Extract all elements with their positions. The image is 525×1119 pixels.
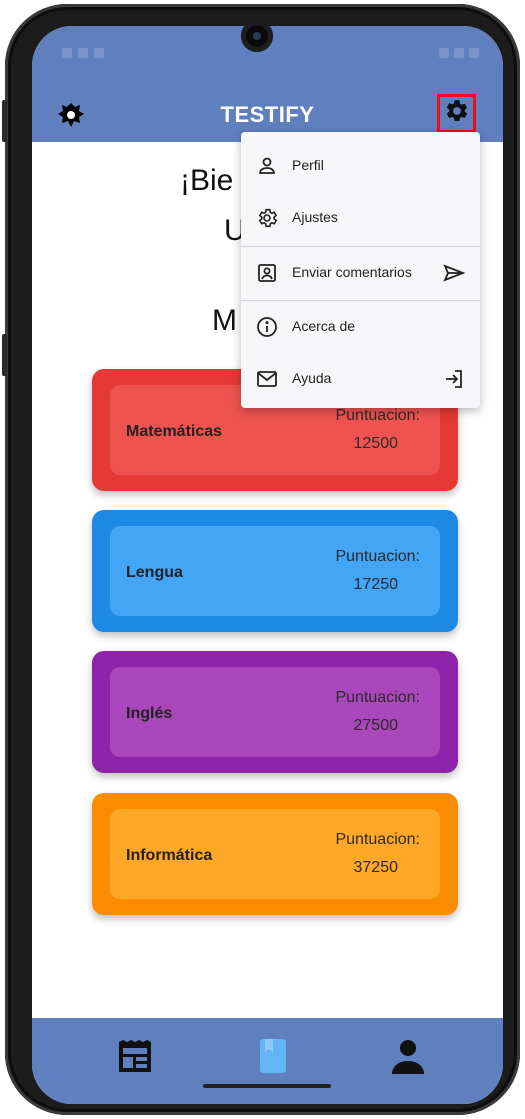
menu-item-acerca-de[interactable]: Acerca de [241,301,480,353]
subject-card-informatica[interactable]: Informática Puntuacion: 37250 [92,793,458,915]
bottom-nav [32,1018,503,1104]
subject-name: Matemáticas [126,423,223,440]
subject-card-lengua[interactable]: Lengua Puntuacion: 17250 [92,510,458,632]
score-value: 12500 [353,435,399,452]
login-icon [442,367,466,391]
person-icon [255,154,279,178]
account-box-icon [255,261,279,285]
menu-item-label: Acerca de [292,318,356,334]
nav-item-news[interactable] [115,1036,155,1076]
app-title: TESTIFY [220,102,315,127]
send-icon [442,261,466,285]
status-icons-right [439,48,479,58]
info-icon [255,315,279,339]
gear-icon [444,98,470,129]
score-label: Puntuacion: [335,831,420,848]
settings-menu: Perfil Ajustes Enviar comentarios Acerca… [241,132,480,408]
welcome-title: ¡Bie [180,164,234,197]
book-icon [252,1039,292,1080]
menu-item-label: Enviar comentarios [292,264,412,280]
menu-item-enviar-comentarios[interactable]: Enviar comentarios [241,247,480,299]
score-value: 27500 [353,717,399,734]
settings-button[interactable] [437,94,476,133]
subject-card-inner: Lengua Puntuacion: 17250 [110,526,440,616]
subject-name: Inglés [126,705,173,722]
status-icons-left [62,48,104,58]
menu-item-perfil[interactable]: Perfil [241,140,480,192]
menu-item-ayuda[interactable]: Ayuda [241,353,480,405]
home-indicator[interactable] [203,1084,331,1088]
score-value: 37250 [353,859,399,876]
menu-item-label: Perfil [292,157,324,173]
menu-item-ajustes[interactable]: Ajustes [241,192,480,244]
nav-item-subjects[interactable] [252,1036,292,1076]
subject-name: Informática [126,847,213,864]
score-label: Puntuacion: [335,407,420,424]
section-heading: M [212,304,237,337]
nav-item-profile[interactable] [388,1036,428,1076]
subject-card-inner: Inglés Puntuacion: 27500 [110,667,440,757]
score-label: Puntuacion: [335,548,420,565]
score-value: 17250 [353,576,399,593]
subject-name: Lengua [126,564,183,581]
phone-frame: TESTIFY ¡Bie U M Matemáticas Puntuacion:… [2,4,520,1115]
mail-icon [255,367,279,391]
menu-item-label: Ayuda [292,370,332,386]
person-filled-icon [388,1040,428,1080]
settings-outline-icon [255,206,279,230]
subject-card-inner: Informática Puntuacion: 37250 [110,809,440,899]
side-button [2,100,7,142]
score-label: Puntuacion: [335,689,420,706]
menu-item-label: Ajustes [292,209,338,225]
subject-card-ingles[interactable]: Inglés Puntuacion: 27500 [92,651,458,773]
screen: TESTIFY ¡Bie U M Matemáticas Puntuacion:… [32,26,503,1104]
side-button [2,334,7,376]
newspaper-icon [115,1040,155,1080]
